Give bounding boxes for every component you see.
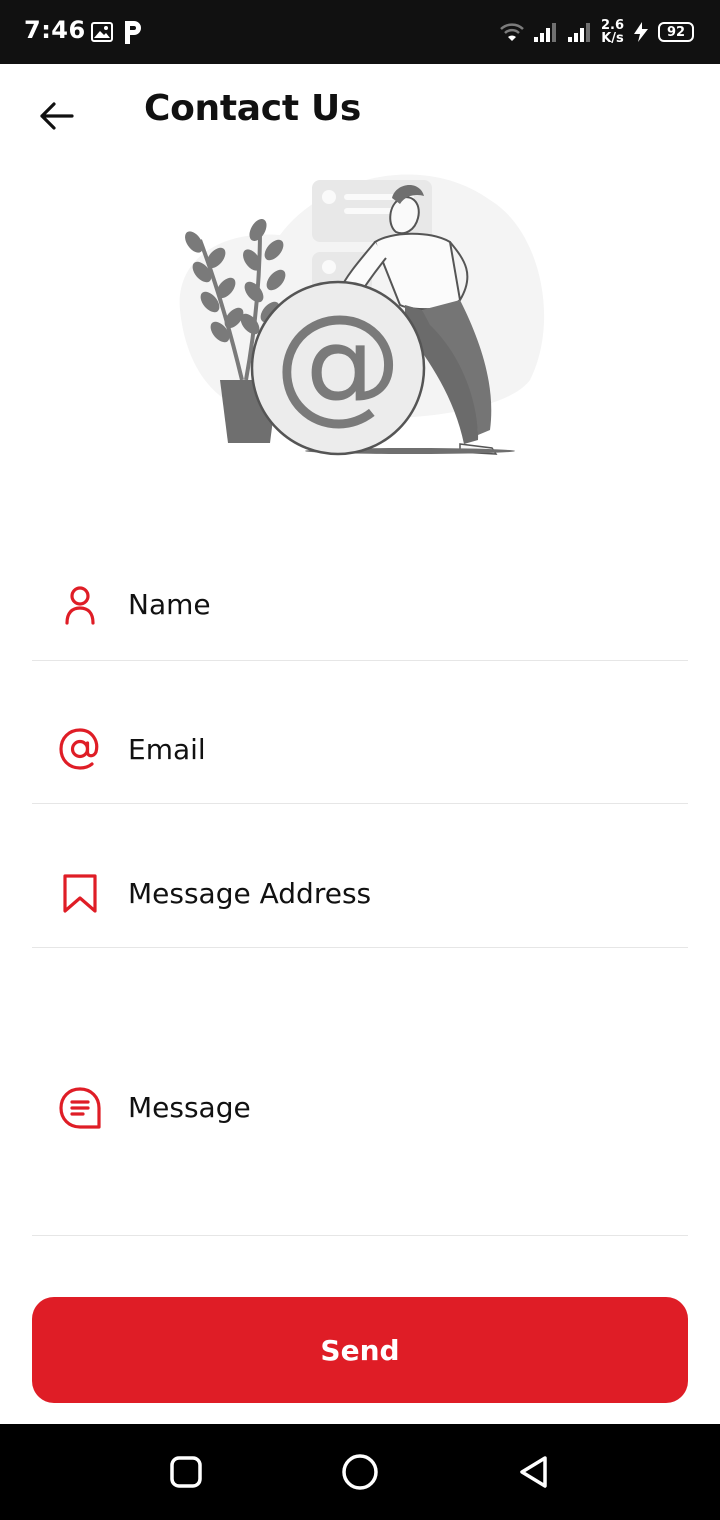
status-bar: 7:46 2.6 K/s 92 — [0, 0, 720, 64]
arrow-left-icon — [40, 102, 74, 130]
email-field[interactable] — [32, 661, 688, 804]
chat-lines-icon — [59, 1087, 101, 1129]
circle-icon — [342, 1454, 378, 1490]
network-speed-unit: K/s — [601, 31, 624, 46]
charging-icon — [634, 22, 648, 42]
home-button[interactable] — [336, 1448, 384, 1496]
send-button[interactable]: Send — [32, 1297, 688, 1403]
name-input[interactable] — [128, 582, 678, 626]
person-icon — [65, 586, 95, 625]
back-nav-button[interactable] — [510, 1448, 558, 1496]
bookmark-icon — [63, 874, 97, 913]
recents-button[interactable] — [162, 1448, 210, 1496]
system-nav-bar — [0, 1424, 720, 1520]
contact-illustration: @ — [179, 174, 545, 456]
app-header: Contact Us — [0, 64, 720, 164]
network-speed: 2.6 K/s — [601, 19, 624, 45]
p-app-notification-icon — [125, 21, 141, 44]
image-notification-icon — [91, 22, 113, 42]
email-input[interactable] — [128, 727, 678, 771]
status-indicators: 2.6 K/s 92 — [499, 14, 694, 50]
signal-icon-1 — [533, 23, 556, 42]
at-sign-icon — [59, 728, 99, 770]
battery-level: 92 — [658, 22, 694, 42]
status-time: 7:46 — [24, 16, 86, 44]
square-icon — [170, 1456, 202, 1488]
name-field[interactable] — [32, 560, 688, 661]
triangle-back-icon — [520, 1456, 547, 1488]
signal-icon-2 — [567, 23, 590, 42]
message-field[interactable] — [32, 948, 688, 1236]
wifi-icon — [500, 23, 524, 41]
page-title: Contact Us — [144, 88, 362, 129]
message-input[interactable] — [128, 1086, 678, 1206]
message-address-input[interactable] — [128, 871, 678, 915]
message-address-field[interactable] — [32, 804, 688, 948]
svg-text:@: @ — [274, 288, 402, 437]
back-button[interactable] — [34, 94, 78, 138]
